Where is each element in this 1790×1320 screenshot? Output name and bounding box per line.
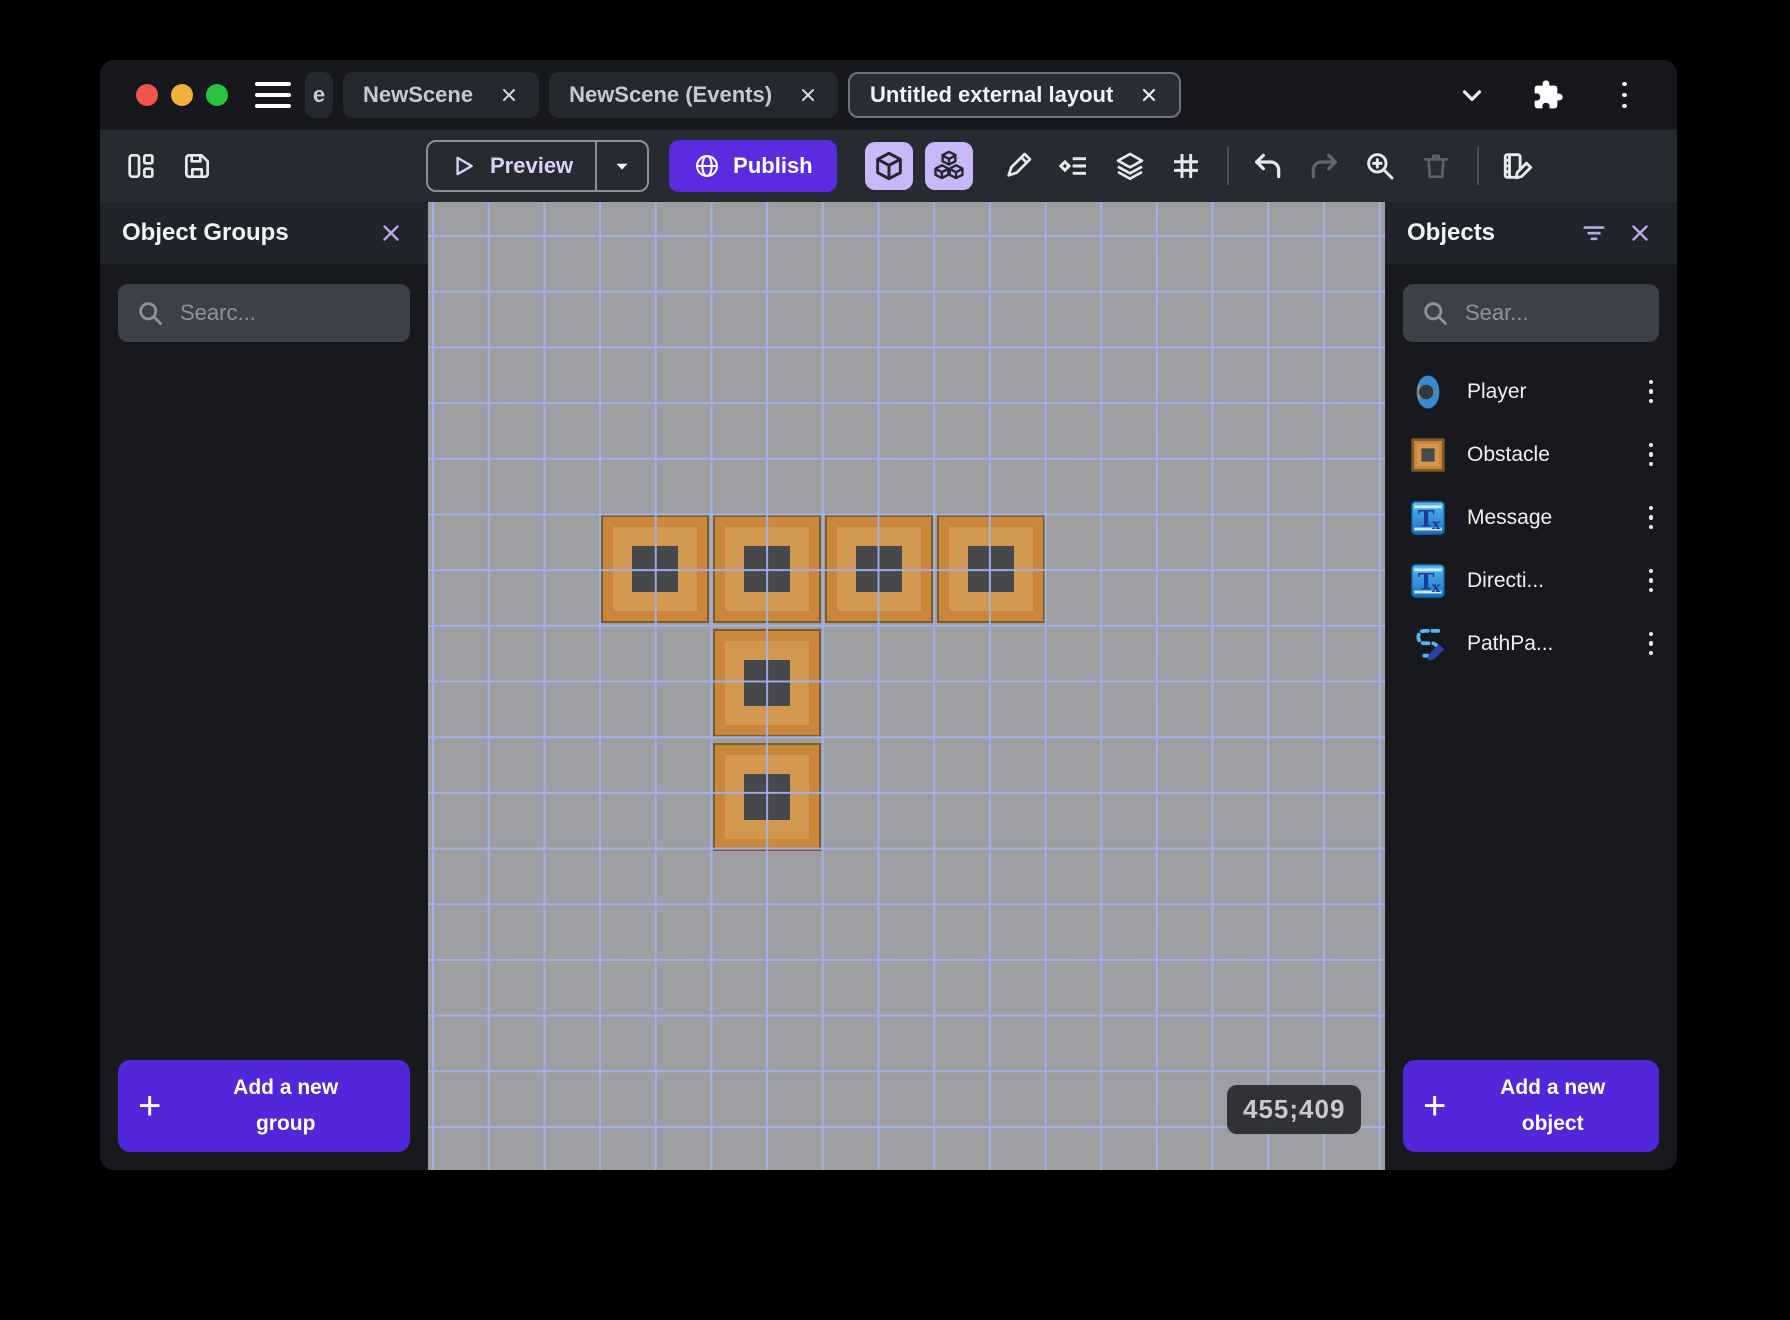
preview-label: Preview — [490, 153, 574, 178]
tab-newscene-events[interactable]: NewScene (Events) — [549, 72, 839, 118]
zoom-in-icon[interactable] — [1363, 149, 1397, 183]
svg-text:x: x — [1432, 516, 1441, 532]
chevron-down-icon[interactable] — [1455, 78, 1489, 112]
window-menu-kebab-icon[interactable] — [1607, 78, 1641, 112]
object-label: PathPa... — [1467, 631, 1554, 655]
pencil-icon[interactable] — [1001, 149, 1035, 183]
object-groups-title: Object Groups — [122, 219, 289, 246]
object-menu-kebab-icon[interactable] — [1645, 625, 1658, 662]
object-groups-search-input[interactable] — [180, 300, 392, 326]
svg-text:x: x — [1432, 579, 1441, 595]
content-area: Object Groups + Add a new group — [100, 202, 1677, 1170]
add-object-label-line2: object — [1521, 1112, 1584, 1135]
object-label: Player — [1467, 379, 1527, 403]
search-icon — [1424, 302, 1447, 325]
cubes-icon[interactable] — [924, 142, 973, 190]
tab-newscene[interactable]: NewScene — [343, 72, 540, 118]
tab-partial[interactable]: e — [305, 72, 333, 118]
tab-bar: e NewScene NewScene (Events) Untitled ex… — [100, 60, 1677, 130]
toolbar: Preview Publish — [100, 130, 1677, 202]
object-menu-kebab-icon[interactable] — [1645, 562, 1658, 599]
close-panel-icon[interactable] — [376, 218, 406, 248]
filter-icon[interactable] — [1579, 218, 1609, 248]
tab-label: NewScene — [363, 82, 474, 107]
tab-label: NewScene (Events) — [569, 82, 773, 107]
preview-button[interactable]: Preview — [426, 140, 650, 192]
search-icon — [139, 302, 162, 325]
add-object-button[interactable]: + Add a new object — [1403, 1060, 1659, 1152]
close-window-button[interactable] — [136, 84, 158, 106]
zoom-window-button[interactable] — [206, 84, 228, 106]
layers-icon[interactable] — [1113, 149, 1147, 183]
path-icon — [1409, 625, 1447, 663]
objects-panel: Objects Player Obstacle — [1385, 202, 1677, 1170]
objects-title: Objects — [1407, 219, 1496, 246]
objects-list: Player Obstacle T x Message T x Directi.… — [1385, 360, 1677, 675]
object-groups-header: Object Groups — [100, 202, 428, 264]
save-icon[interactable] — [180, 149, 214, 183]
preview-dropdown-caret[interactable] — [595, 142, 647, 190]
close-tab-icon[interactable] — [499, 85, 519, 105]
object-label: Message — [1467, 505, 1553, 529]
cursor-coordinates-badge: 455;409 — [1227, 1085, 1362, 1134]
objects-search[interactable] — [1403, 284, 1659, 342]
close-tab-icon[interactable] — [1139, 85, 1159, 105]
text-icon: T x — [1409, 499, 1447, 537]
close-panel-icon[interactable] — [1625, 218, 1655, 248]
extensions-puzzle-icon[interactable] — [1531, 78, 1565, 112]
obstacle-instance[interactable] — [937, 515, 1045, 623]
project-manager-icon[interactable] — [124, 149, 158, 183]
add-group-button[interactable]: + Add a new group — [118, 1060, 410, 1152]
obstacle-instance[interactable] — [601, 515, 709, 623]
add-group-label-line1: Add a new — [233, 1076, 339, 1100]
cube-icon[interactable] — [864, 142, 913, 190]
object-row-player[interactable]: Player — [1385, 360, 1677, 423]
undo-icon[interactable] — [1251, 149, 1285, 183]
canvas[interactable]: 455;409 — [428, 202, 1385, 1170]
minimize-window-button[interactable] — [171, 84, 193, 106]
publish-label: Publish — [733, 153, 813, 178]
menu-hamburger-icon[interactable] — [255, 82, 291, 108]
tab-untitled-external-layout[interactable]: Untitled external layout — [848, 72, 1182, 118]
publish-button[interactable]: Publish — [669, 140, 837, 192]
add-object-label-line1: Add a new — [1500, 1076, 1606, 1100]
object-label: Obstacle — [1467, 442, 1550, 466]
object-row-message[interactable]: T x Message — [1385, 486, 1677, 549]
player-icon — [1409, 373, 1447, 411]
object-groups-search[interactable] — [118, 284, 410, 342]
object-menu-kebab-icon[interactable] — [1645, 373, 1658, 410]
obstacle-instance[interactable] — [713, 743, 821, 851]
obstacle-instance[interactable] — [825, 515, 933, 623]
object-row-directi[interactable]: T x Directi... — [1385, 549, 1677, 612]
app-window: e NewScene NewScene (Events) Untitled ex… — [100, 60, 1677, 1170]
object-row-pathpa[interactable]: PathPa... — [1385, 612, 1677, 675]
redo-icon[interactable] — [1307, 149, 1341, 183]
tab-partial-label: e — [312, 82, 326, 107]
obstacle-instance[interactable] — [713, 629, 821, 737]
object-row-obstacle[interactable]: Obstacle — [1385, 423, 1677, 486]
text-icon: T x — [1409, 562, 1447, 600]
grid-overlay — [428, 202, 1385, 1170]
instances-list-icon[interactable] — [1057, 149, 1091, 183]
grid-icon[interactable] — [1169, 149, 1203, 183]
object-label: Directi... — [1467, 568, 1545, 592]
add-group-label-line2: group — [255, 1112, 316, 1135]
plus-icon: + — [138, 1084, 162, 1128]
objects-search-input[interactable] — [1465, 300, 1641, 326]
trash-icon[interactable] — [1419, 149, 1453, 183]
tab-label: Untitled external layout — [870, 82, 1114, 107]
obstacle-icon — [1409, 436, 1447, 474]
scene-edit-icon[interactable] — [1501, 149, 1535, 183]
objects-header: Objects — [1385, 202, 1677, 264]
object-groups-panel: Object Groups + Add a new group — [100, 202, 428, 1170]
object-menu-kebab-icon[interactable] — [1645, 499, 1658, 536]
object-menu-kebab-icon[interactable] — [1645, 436, 1658, 473]
plus-icon: + — [1423, 1084, 1447, 1128]
obstacle-instance[interactable] — [713, 515, 821, 623]
close-tab-icon[interactable] — [798, 85, 818, 105]
